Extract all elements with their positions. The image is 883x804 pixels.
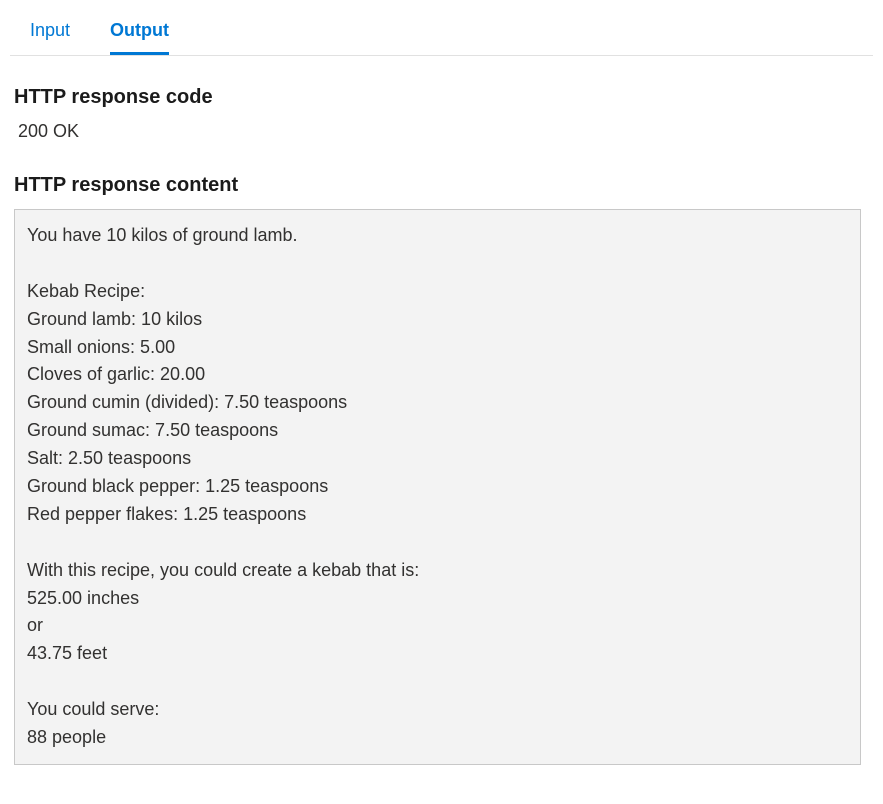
response-line: Small onions: 5.00	[27, 334, 848, 362]
tab-output[interactable]: Output	[110, 12, 169, 55]
response-code-value: 200 OK	[14, 121, 869, 142]
response-line: 525.00 inches	[27, 585, 848, 613]
response-line: Ground sumac: 7.50 teaspoons	[27, 417, 848, 445]
response-content-title: HTTP response content	[14, 174, 869, 197]
response-line: 88 people	[27, 724, 848, 752]
response-line: Ground black pepper: 1.25 teaspoons	[27, 473, 848, 501]
response-line: Ground cumin (divided): 7.50 teaspoons	[27, 389, 848, 417]
output-panel: HTTP response code 200 OK HTTP response …	[0, 56, 883, 779]
response-line: 43.75 feet	[27, 640, 848, 668]
response-line: Ground lamb: 10 kilos	[27, 306, 848, 334]
response-blank	[27, 668, 848, 696]
response-blank	[27, 529, 848, 557]
response-line: Salt: 2.50 teaspoons	[27, 445, 848, 473]
response-line: Cloves of garlic: 20.00	[27, 361, 848, 389]
response-line: or	[27, 612, 848, 640]
response-line: Red pepper flakes: 1.25 teaspoons	[27, 501, 848, 529]
response-content-box: You have 10 kilos of ground lamb. Kebab …	[14, 209, 861, 765]
response-blank	[27, 250, 848, 278]
response-line: With this recipe, you could create a keb…	[27, 557, 848, 585]
response-line: You have 10 kilos of ground lamb.	[27, 222, 848, 250]
response-code-title: HTTP response code	[14, 86, 869, 109]
tab-input[interactable]: Input	[30, 12, 70, 55]
response-line: You could serve:	[27, 696, 848, 724]
tab-bar: Input Output	[10, 0, 873, 56]
response-line: Kebab Recipe:	[27, 278, 848, 306]
